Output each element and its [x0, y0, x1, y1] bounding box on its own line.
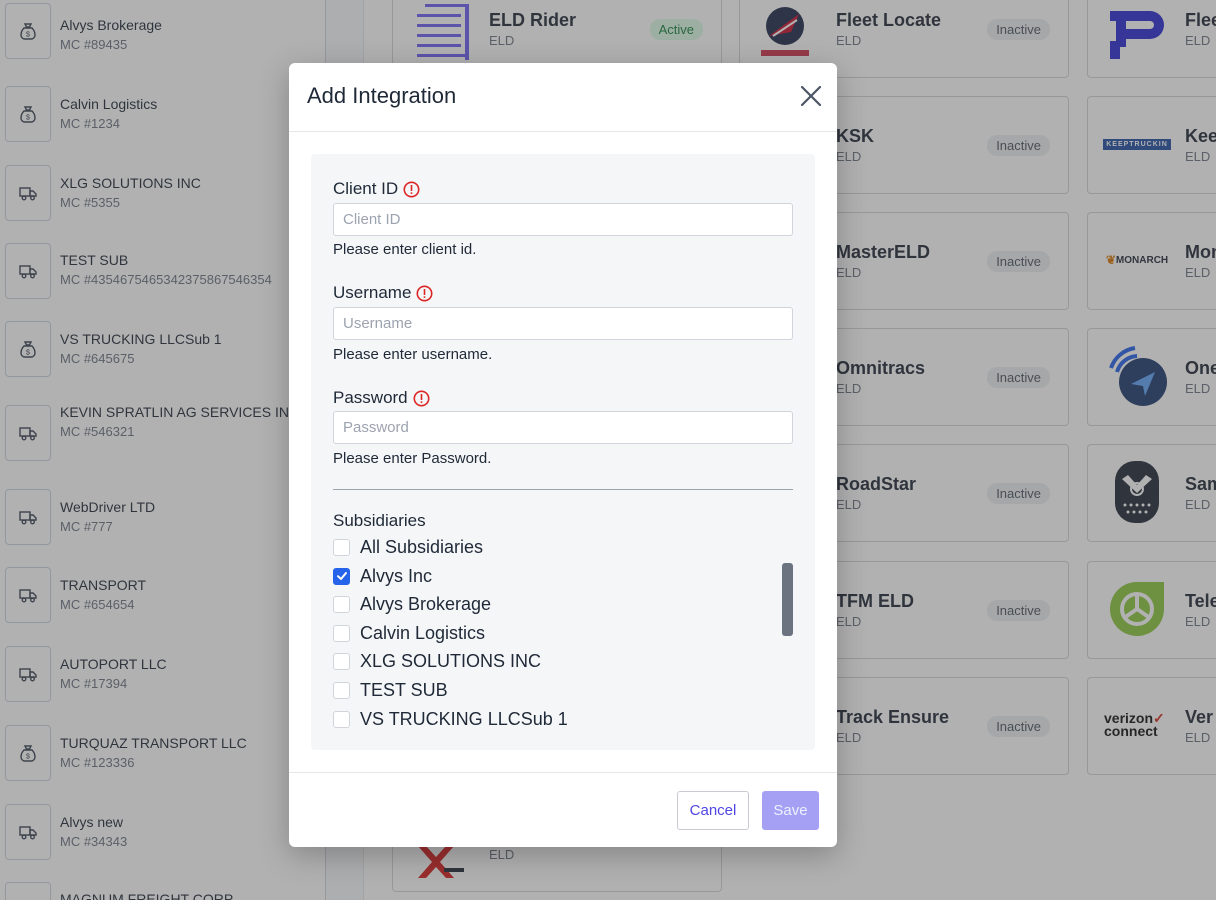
add-integration-dialog: Add Integration Client ID Please enter c… — [289, 63, 837, 847]
subsidiaries-heading: Subsidiaries — [333, 511, 426, 530]
checkbox-label: Alvys Brokerage — [360, 593, 492, 614]
modal-title: Add Integration — [307, 83, 457, 108]
required-warning-icon — [413, 390, 430, 407]
modal-header: Add Integration — [289, 63, 837, 132]
username-label-text: Username — [333, 283, 412, 302]
subsidiary-checkbox-alvys-brokerage[interactable]: Alvys Brokerage — [333, 593, 491, 615]
subsidiaries-scrollbar[interactable] — [782, 563, 793, 636]
checkbox[interactable] — [333, 595, 350, 613]
subsidiary-checkbox-xlg-solutions[interactable]: XLG SOLUTIONS INC — [333, 650, 541, 672]
integration-form: Client ID Please enter client id. Userna… — [311, 154, 815, 750]
checkbox[interactable] — [333, 538, 350, 556]
save-button[interactable]: Save — [762, 791, 819, 830]
close-button[interactable] — [797, 82, 825, 110]
checkbox-label: Calvin Logistics — [360, 622, 486, 643]
required-warning-icon — [403, 181, 420, 198]
client-id-input[interactable] — [333, 203, 793, 236]
checkbox-label: XLG SOLUTIONS INC — [360, 650, 542, 671]
checkbox[interactable] — [333, 624, 350, 642]
required-warning-icon — [416, 285, 433, 302]
checkbox[interactable] — [333, 681, 350, 699]
subsidiary-checkbox-calvin-logistics[interactable]: Calvin Logistics — [333, 622, 485, 644]
close-icon — [800, 85, 822, 107]
form-divider — [333, 489, 793, 490]
checkbox-checked[interactable] — [333, 567, 350, 585]
username-input[interactable] — [333, 307, 793, 340]
cancel-button[interactable]: Cancel — [677, 791, 749, 830]
client-id-help: Please enter client id. — [333, 241, 477, 258]
checkmark-icon — [336, 572, 347, 580]
checkbox[interactable] — [333, 652, 350, 670]
client-id-label-text: Client ID — [333, 179, 399, 198]
password-input[interactable] — [333, 411, 793, 444]
username-label: Username — [333, 283, 433, 303]
subsidiary-checkbox-alvys-inc[interactable]: Alvys Inc — [333, 565, 432, 587]
modal-footer: Cancel Save — [289, 772, 837, 847]
checkbox-label: All Subsidiaries — [360, 536, 484, 557]
username-help: Please enter username. — [333, 346, 493, 363]
checkbox-label: Alvys Inc — [360, 565, 433, 586]
subsidiary-checkbox-test-sub[interactable]: TEST SUB — [333, 679, 448, 701]
password-help: Please enter Password. — [333, 450, 492, 467]
password-label: Password — [333, 388, 430, 408]
checkbox-label: VS TRUCKING LLCSub 1 — [360, 708, 568, 729]
subsidiary-checkbox-vs-trucking[interactable]: VS TRUCKING LLCSub 1 — [333, 708, 568, 730]
checkbox-label: TEST SUB — [360, 679, 448, 700]
checkbox[interactable] — [333, 710, 350, 728]
password-label-text: Password — [333, 388, 408, 407]
client-id-label: Client ID — [333, 179, 420, 199]
subsidiary-checkbox-all[interactable]: All Subsidiaries — [333, 536, 483, 558]
